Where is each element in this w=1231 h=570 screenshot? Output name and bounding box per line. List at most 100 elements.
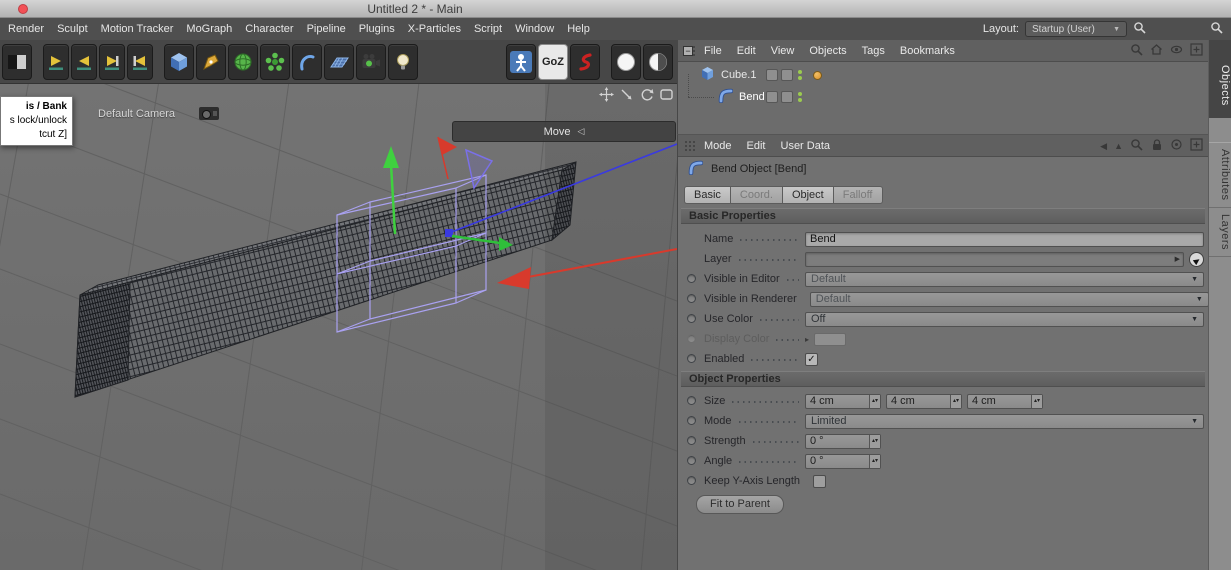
view-toggle-icon[interactable] (659, 87, 674, 105)
sphere-tool-icon[interactable] (228, 44, 258, 80)
layer-picker-icon[interactable] (1189, 252, 1204, 267)
side-tab-objects[interactable]: Objects (1209, 52, 1231, 118)
keyframe-dot[interactable] (687, 314, 696, 323)
tab-basic[interactable]: Basic (684, 186, 730, 204)
size-x-stepper[interactable]: 4 cm▴▾ (805, 394, 881, 409)
keep-y-checkbox[interactable] (813, 475, 826, 488)
zoom-icon[interactable] (619, 87, 634, 105)
om-menu-edit[interactable]: Edit (737, 45, 756, 57)
enabled-checkbox[interactable]: ✓ (805, 353, 818, 366)
object-name[interactable]: Bend (739, 91, 765, 103)
history-back-icon[interactable]: ◀ (1100, 142, 1107, 151)
keyframe-dot[interactable] (687, 274, 696, 283)
menu-script[interactable]: Script (474, 23, 502, 35)
am-search-icon[interactable] (1130, 138, 1143, 154)
plane-tool-icon[interactable] (324, 44, 354, 80)
menu-sculpt[interactable]: Sculpt (57, 23, 88, 35)
renderer-visibility-toggle[interactable] (781, 69, 793, 81)
search-icon[interactable] (1133, 21, 1146, 37)
menu-mograph[interactable]: MoGraph (186, 23, 232, 35)
expand-arrow-icon[interactable]: ▸ (805, 335, 809, 344)
key-nav-icon-2[interactable] (71, 44, 97, 80)
layout-dropdown[interactable]: Startup (User)▼ (1025, 21, 1127, 37)
target-icon[interactable] (1170, 138, 1183, 154)
bend-object-icon[interactable] (718, 88, 733, 106)
spline-tool-icon[interactable] (292, 44, 322, 80)
goz-button[interactable]: GoZ (538, 44, 568, 80)
keyframe-dot[interactable] (687, 396, 696, 405)
side-tab-layers[interactable]: Layers (1209, 209, 1231, 257)
keyframe-dot[interactable] (687, 416, 696, 425)
split-view-icon[interactable] (2, 44, 32, 80)
keyframe-dot[interactable] (687, 476, 696, 485)
object-row-bend[interactable]: Bend (678, 86, 1208, 108)
keyframe-dot[interactable] (687, 354, 696, 363)
size-z-stepper[interactable]: 4 cm▴▾ (967, 394, 1043, 409)
section-basic-properties[interactable]: Basic Properties (681, 208, 1205, 224)
visible-editor-dropdown[interactable]: Default▼ (805, 272, 1204, 287)
menu-render[interactable]: Render (8, 23, 44, 35)
om-menu-tags[interactable]: Tags (862, 45, 885, 57)
home-icon[interactable] (1150, 43, 1163, 59)
tab-falloff[interactable]: Falloff (833, 186, 883, 204)
light-tool-icon[interactable] (388, 44, 418, 80)
name-input[interactable] (805, 232, 1204, 247)
menu-x-particles[interactable]: X-Particles (408, 23, 461, 35)
om-menu-file[interactable]: File (704, 45, 722, 57)
panel-drag-handle-icon[interactable] (684, 140, 696, 155)
camera-icon[interactable] (199, 107, 219, 120)
pan-icon[interactable] (599, 87, 614, 105)
eye-icon[interactable] (1170, 43, 1183, 59)
keyframe-dot[interactable] (687, 436, 696, 445)
cube-wireframe-object[interactable] (75, 162, 576, 397)
pose-tool-icon[interactable] (506, 44, 536, 80)
am-menu-mode[interactable]: Mode (704, 140, 732, 152)
object-row-cube[interactable]: Cube.1 (678, 64, 1208, 86)
camera-tool-icon[interactable] (356, 44, 386, 80)
menu-plugins[interactable]: Plugins (359, 23, 395, 35)
key-nav-icon-4[interactable] (127, 44, 153, 80)
lock-icon[interactable] (1150, 138, 1163, 154)
sphere-shaded-icon[interactable] (643, 44, 673, 80)
renderer-visibility-toggle[interactable] (781, 91, 793, 103)
keyframe-dot[interactable] (687, 456, 696, 465)
display-color-swatch[interactable] (814, 333, 846, 346)
visible-renderer-dropdown[interactable]: Default▼ (810, 292, 1209, 307)
section-object-properties[interactable]: Object Properties (681, 371, 1205, 387)
mode-dropdown[interactable]: Limited▼ (805, 414, 1204, 429)
om-menu-objects[interactable]: Objects (809, 45, 846, 57)
om-menu-bookmarks[interactable]: Bookmarks (900, 45, 955, 57)
size-y-stepper[interactable]: 4 cm▴▾ (886, 394, 962, 409)
angle-stepper[interactable]: 0 °▴▾ (805, 454, 881, 469)
menu-help[interactable]: Help (567, 23, 590, 35)
command-search-icon[interactable] (1210, 21, 1223, 37)
use-color-dropdown[interactable]: Off▼ (805, 312, 1204, 327)
editor-visibility-toggle[interactable] (766, 69, 778, 81)
menu-window[interactable]: Window (515, 23, 554, 35)
key-nav-icon-1[interactable] (43, 44, 69, 80)
menu-pipeline[interactable]: Pipeline (307, 23, 346, 35)
keyframe-dot[interactable] (687, 294, 696, 303)
fit-to-parent-button[interactable]: Fit to Parent (696, 495, 784, 514)
key-nav-icon-3[interactable] (99, 44, 125, 80)
tab-object[interactable]: Object (782, 186, 833, 204)
side-tab-attributes[interactable]: Attributes (1209, 142, 1231, 208)
layer-field[interactable]: ▶ (805, 252, 1184, 267)
zbrush-icon[interactable] (570, 44, 600, 80)
om-menu-view[interactable]: View (771, 45, 795, 57)
menu-motion-tracker[interactable]: Motion Tracker (101, 23, 174, 35)
add-panel-icon[interactable] (1190, 138, 1203, 154)
collapse-icon[interactable]: − (683, 46, 693, 56)
strength-stepper[interactable]: 0 °▴▾ (805, 434, 881, 449)
rotate-icon[interactable] (639, 87, 654, 105)
menu-character[interactable]: Character (245, 23, 293, 35)
om-search-icon[interactable] (1130, 43, 1143, 59)
object-name[interactable]: Cube.1 (721, 69, 756, 81)
parent-object-icon[interactable]: ▲ (1114, 142, 1123, 151)
tab-coord[interactable]: Coord. (730, 186, 782, 204)
visibility-dots[interactable] (798, 92, 802, 102)
visibility-dots[interactable] (798, 70, 802, 80)
cube-object-icon[interactable] (700, 66, 715, 84)
cluster-tool-icon[interactable] (260, 44, 290, 80)
pen-tool-icon[interactable] (196, 44, 226, 80)
